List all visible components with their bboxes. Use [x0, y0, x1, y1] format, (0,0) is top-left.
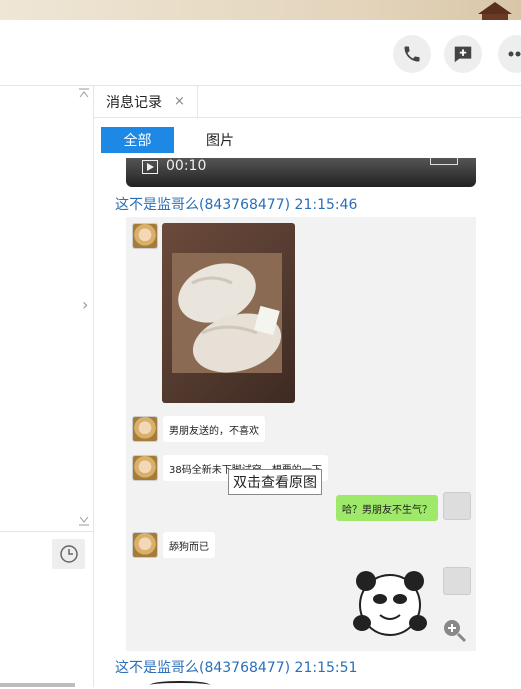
- banner-hut-icon: [478, 2, 512, 20]
- next-image-preview: [150, 681, 210, 689]
- history-button[interactable]: [52, 539, 85, 569]
- avatar: [132, 416, 158, 442]
- left-panel: [0, 86, 94, 687]
- avatar: [132, 223, 158, 249]
- avatar: [443, 492, 471, 520]
- more-dots-icon: [508, 51, 521, 57]
- expand-arrow-icon[interactable]: ›: [82, 295, 88, 314]
- avatar: [132, 455, 158, 481]
- message-header: 这不是监哥么(843768477) 21:15:46: [115, 194, 357, 214]
- top-banner: [0, 0, 521, 20]
- chat-header: [0, 20, 521, 86]
- chat-plus-icon: [454, 46, 472, 63]
- tab-message-history[interactable]: 消息记录 ×: [94, 86, 198, 117]
- shoes-photo: [162, 223, 295, 403]
- add-chat-button[interactable]: [444, 35, 482, 73]
- clock-icon: [59, 545, 78, 563]
- panda-meme-sticker: [353, 571, 427, 636]
- play-icon: [142, 160, 158, 174]
- zoom-in-icon[interactable]: [441, 617, 467, 643]
- tab-close-icon[interactable]: ×: [174, 94, 185, 109]
- left-divider: [0, 531, 93, 532]
- collapse-top-icon[interactable]: [78, 88, 90, 98]
- fullscreen-icon: [430, 158, 458, 165]
- avatar: [443, 567, 471, 595]
- video-duration: 00:10: [166, 158, 207, 174]
- tab-bar: 消息记录 ×: [94, 86, 521, 118]
- chat-bubble: 男朋友送的，不喜欢: [163, 416, 265, 442]
- message-time: 21:15:46: [294, 197, 358, 213]
- sender-name: 这不是监哥么(843768477): [115, 197, 291, 213]
- tab-label: 消息记录: [106, 95, 162, 111]
- phone-icon: [404, 46, 420, 62]
- chat-bubble-outgoing: 哈？男朋友不生气？: [336, 495, 438, 521]
- chat-bubble: 舔狗而已: [163, 532, 215, 558]
- video-thumbnail[interactable]: 00:10: [126, 158, 476, 187]
- sender-name: 这不是监哥么(843768477): [115, 660, 291, 676]
- phone-button[interactable]: [393, 35, 431, 73]
- filter-all-button[interactable]: 全部: [101, 127, 174, 153]
- avatar: [132, 532, 158, 558]
- horizontal-scrollbar[interactable]: [0, 683, 75, 687]
- filter-images-button[interactable]: 图片: [190, 127, 250, 153]
- tooltip: 双击查看原图: [228, 469, 322, 495]
- message-header: 这不是监哥么(843768477) 21:15:51: [115, 657, 357, 677]
- collapse-bottom-icon[interactable]: [78, 516, 90, 526]
- message-time: 21:15:51: [294, 660, 358, 676]
